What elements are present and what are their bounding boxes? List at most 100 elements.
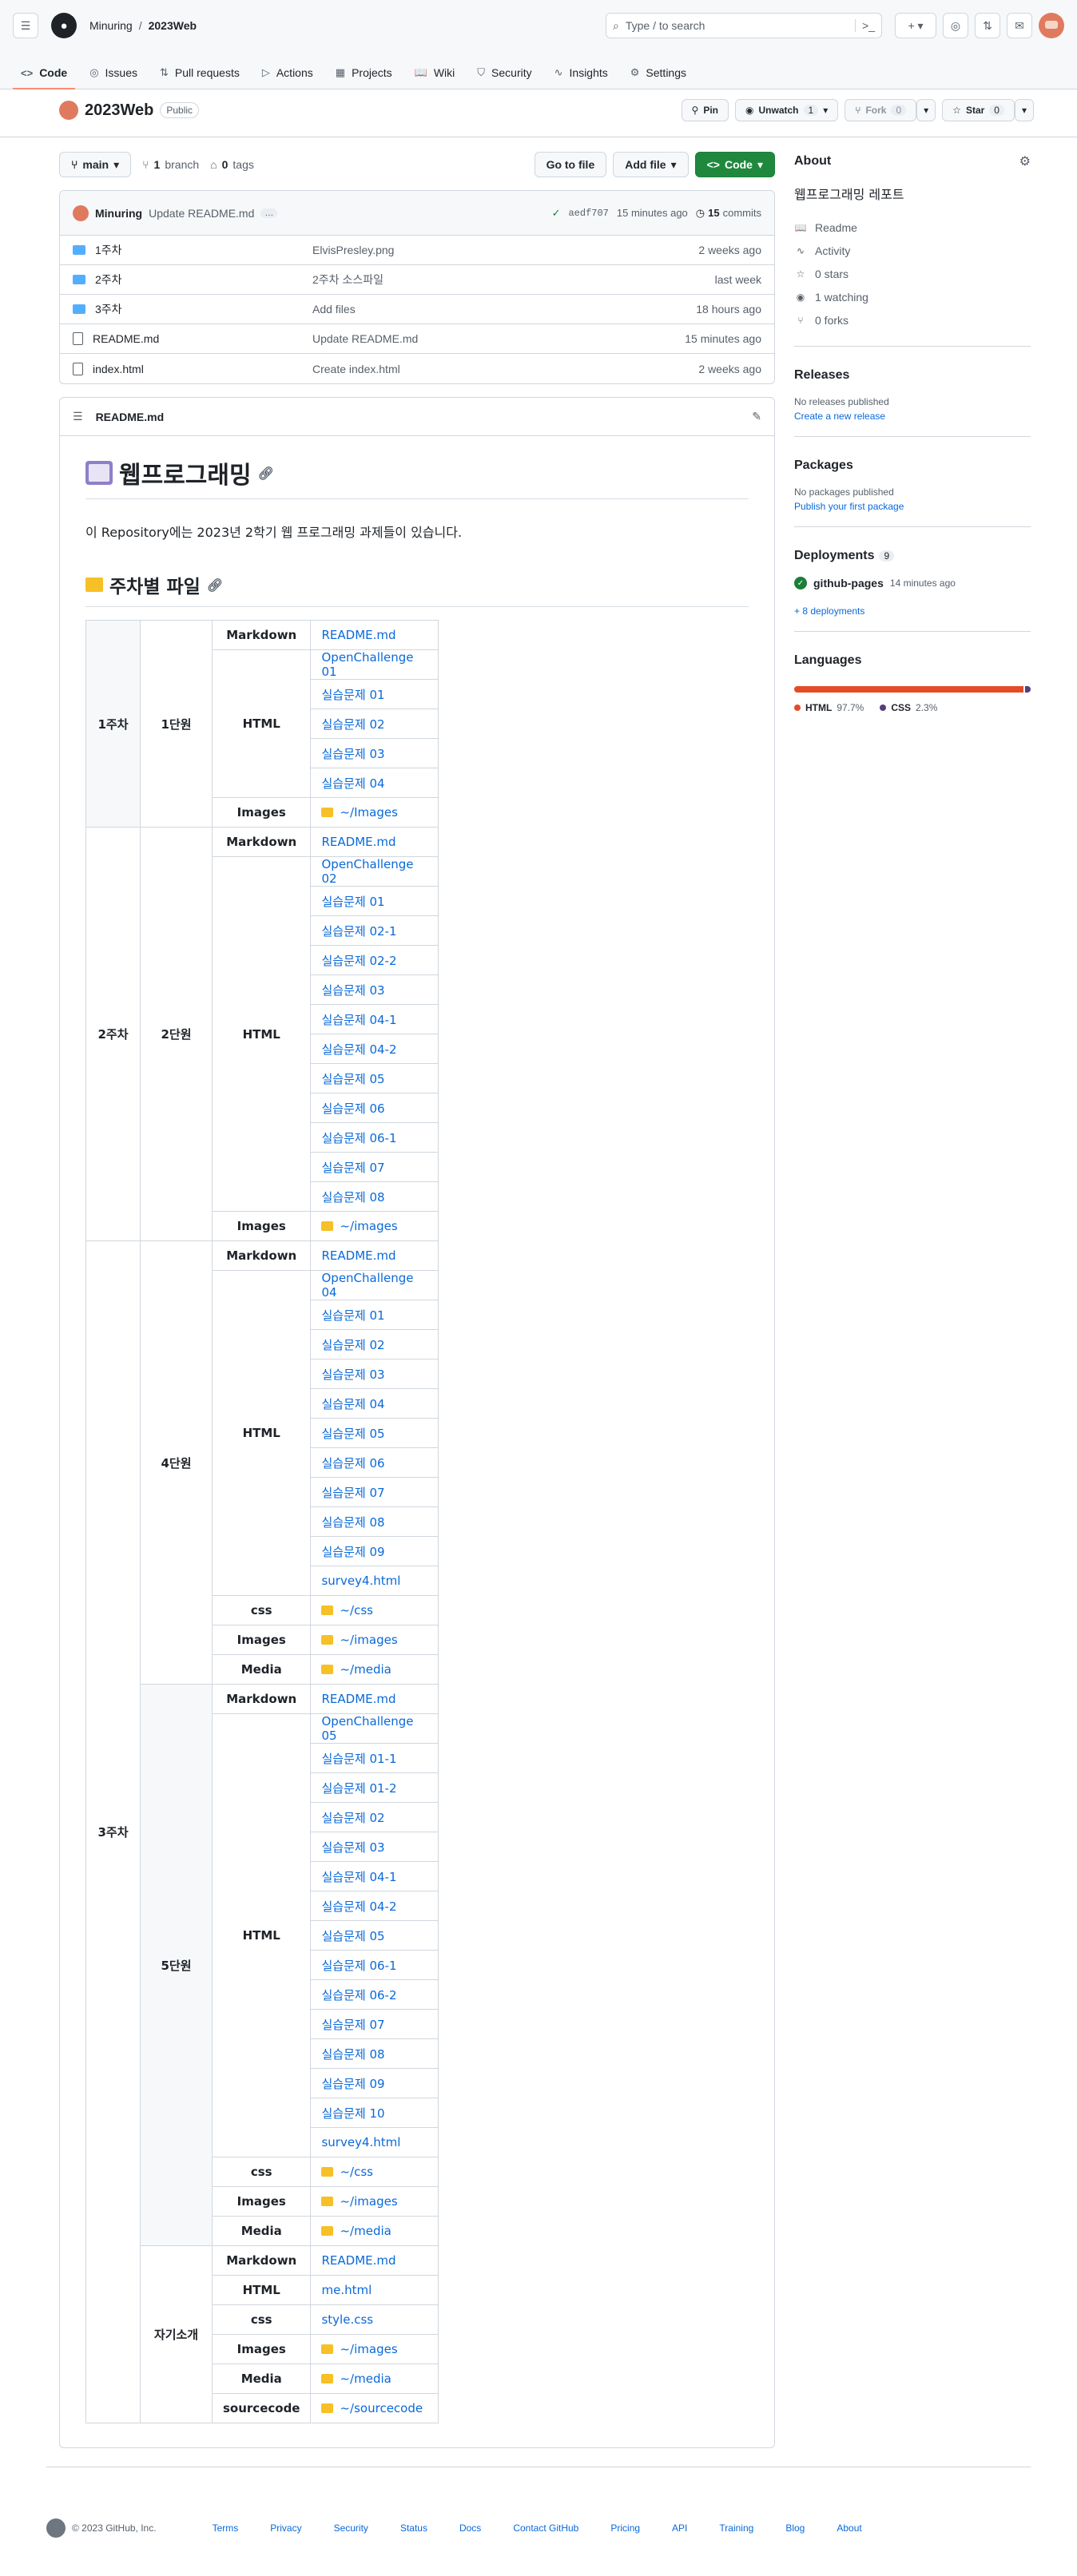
deployments-heading[interactable]: Deployments 9: [794, 546, 1031, 566]
about-item-activity[interactable]: ∿ Activity: [794, 239, 1031, 262]
file-link-cell[interactable]: ~/css: [310, 1595, 439, 1625]
file-link-cell-link[interactable]: 실습문제 01-2: [321, 1781, 396, 1796]
branch-select-button[interactable]: ⑂ main ▾: [59, 152, 132, 177]
star-dropdown-button[interactable]: ▾: [1014, 99, 1034, 121]
commit-sha[interactable]: aedf707: [568, 208, 608, 219]
edit-icon[interactable]: ✎: [752, 410, 761, 423]
github-logo-icon[interactable]: ●: [51, 13, 77, 38]
file-link-cell[interactable]: 실습문제 04: [310, 1388, 439, 1419]
file-link-cell-link[interactable]: ~/media: [321, 2372, 391, 2386]
file-link-cell-link[interactable]: 실습문제 06: [321, 1456, 384, 1471]
file-link-cell-link[interactable]: 실습문제 03: [321, 747, 384, 761]
file-link-cell[interactable]: 실습문제 04-2: [310, 1891, 439, 1921]
file-link-cell-link[interactable]: 실습문제 06: [321, 1101, 384, 1116]
anchor-link-icon[interactable]: 🔗︎: [207, 578, 223, 593]
file-link-cell-link[interactable]: 실습문제 02-2: [321, 954, 396, 968]
file-link-cell-link[interactable]: README.md: [321, 1248, 395, 1263]
tab-actions[interactable]: ▷ Actions: [254, 57, 321, 89]
file-row[interactable]: 2주차 2주차 소스파일 last week: [60, 265, 774, 295]
language-item[interactable]: CSS 2.3%: [880, 702, 937, 713]
file-link-cell-link[interactable]: 실습문제 05: [321, 1427, 384, 1441]
publish-package-link[interactable]: Publish your first package: [794, 501, 1031, 512]
file-link-cell[interactable]: 실습문제 06-1: [310, 1122, 439, 1153]
file-row[interactable]: 3주차 Add files 18 hours ago: [60, 295, 774, 324]
file-link-cell-link[interactable]: 실습문제 06-1: [321, 1959, 396, 1973]
file-link-cell[interactable]: README.md: [310, 827, 439, 857]
file-link-cell[interactable]: 실습문제 03: [310, 1832, 439, 1862]
file-row[interactable]: index.html Create index.html 2 weeks ago: [60, 354, 774, 383]
inbox-icon[interactable]: ✉: [1007, 13, 1032, 38]
code-button[interactable]: <> Code ▾: [694, 152, 775, 177]
pull-requests-icon[interactable]: ⇅: [975, 13, 1000, 38]
file-link-cell[interactable]: 실습문제 03: [310, 974, 439, 1005]
footer-link-status[interactable]: Status: [400, 2522, 427, 2534]
file-link-cell-link[interactable]: 실습문제 02: [321, 1338, 384, 1352]
file-link-cell-link[interactable]: 실습문제 10: [321, 2106, 384, 2121]
file-link-cell-link[interactable]: 실습문제 04-1: [321, 1870, 396, 1884]
file-link-cell[interactable]: 실습문제 08: [310, 2038, 439, 2069]
file-link-cell[interactable]: 실습문제 04: [310, 768, 439, 798]
file-link-cell-link[interactable]: 실습문제 08: [321, 1515, 384, 1530]
footer-link-security[interactable]: Security: [334, 2522, 368, 2534]
file-link-cell[interactable]: ~/media: [310, 2216, 439, 2246]
command-palette-icon[interactable]: >_: [855, 19, 875, 32]
file-link-cell[interactable]: 실습문제 05: [310, 1920, 439, 1951]
file-row[interactable]: 1주차 ElvisPresley.png 2 weeks ago: [60, 236, 774, 265]
unwatch-button[interactable]: ◉ Unwatch 1 ▾: [735, 99, 839, 121]
file-link-cell[interactable]: 실습문제 06: [310, 1093, 439, 1123]
issues-icon[interactable]: ◎: [943, 13, 968, 38]
footer-link-terms[interactable]: Terms: [213, 2522, 239, 2534]
file-link-cell-link[interactable]: 실습문제 08: [321, 1190, 384, 1205]
file-name[interactable]: index.html: [93, 363, 144, 375]
file-link-cell[interactable]: README.md: [310, 1240, 439, 1271]
file-link-cell-link[interactable]: 실습문제 04: [321, 776, 384, 791]
anchor-link-icon[interactable]: 🔗︎: [258, 466, 274, 481]
about-item-stars[interactable]: ☆ 0 stars: [794, 262, 1031, 285]
tab-code[interactable]: <> Code: [13, 57, 76, 89]
file-link-cell[interactable]: 실습문제 01: [310, 1300, 439, 1330]
file-link-cell[interactable]: README.md: [310, 1684, 439, 1714]
file-link-cell[interactable]: survey4.html: [310, 2127, 439, 2157]
file-link-cell-link[interactable]: 실습문제 02: [321, 717, 384, 732]
file-link-cell[interactable]: ~/images: [310, 1625, 439, 1655]
file-link-cell[interactable]: ~/images: [310, 2334, 439, 2364]
file-link-cell[interactable]: 실습문제 06-2: [310, 1979, 439, 2010]
file-link-cell-link[interactable]: OpenChallenge 04: [321, 1271, 413, 1300]
file-link-cell-link[interactable]: ~/media: [321, 1662, 391, 1677]
file-link-cell-link[interactable]: OpenChallenge 01: [321, 650, 413, 679]
file-link-cell[interactable]: 실습문제 08: [310, 1181, 439, 1212]
file-link-cell-link[interactable]: 실습문제 02: [321, 1811, 384, 1825]
create-release-link[interactable]: Create a new release: [794, 411, 1031, 422]
file-name[interactable]: 3주차: [95, 301, 122, 317]
footer-link-docs[interactable]: Docs: [459, 2522, 481, 2534]
footer-link-privacy[interactable]: Privacy: [270, 2522, 301, 2534]
file-link-cell-link[interactable]: 실습문제 05: [321, 1072, 384, 1086]
file-link-cell[interactable]: 실습문제 01: [310, 679, 439, 709]
tab-wiki[interactable]: 📖 Wiki: [407, 57, 463, 89]
file-link-cell[interactable]: 실습문제 07: [310, 2009, 439, 2039]
repo-link[interactable]: 2023Web: [149, 19, 197, 32]
deployment-item[interactable]: ✓ github-pages 14 minutes ago: [794, 577, 1031, 589]
file-link-cell[interactable]: 실습문제 05: [310, 1063, 439, 1094]
file-name[interactable]: README.md: [93, 332, 159, 345]
file-commit-message[interactable]: Update README.md: [312, 332, 602, 345]
file-link-cell[interactable]: OpenChallenge 05: [310, 1713, 439, 1744]
file-link-cell-link[interactable]: 실습문제 08: [321, 2047, 384, 2062]
file-link-cell[interactable]: README.md: [310, 2245, 439, 2276]
file-name[interactable]: 2주차: [95, 272, 122, 288]
file-link-cell-link[interactable]: 실습문제 03: [321, 1367, 384, 1382]
file-link-cell-link[interactable]: 실습문제 04-1: [321, 1013, 396, 1027]
commit-author[interactable]: Minuring: [95, 207, 142, 220]
file-link-cell[interactable]: 실습문제 10: [310, 2098, 439, 2128]
file-link-cell-link[interactable]: ~/images: [321, 1633, 398, 1647]
file-link-cell-link[interactable]: survey4.html: [321, 1574, 400, 1588]
file-link-cell-link[interactable]: 실습문제 03: [321, 1840, 384, 1855]
file-link-cell[interactable]: ~/Images: [310, 797, 439, 828]
file-link-cell[interactable]: 실습문제 03: [310, 1359, 439, 1389]
file-link-cell[interactable]: 실습문제 02-2: [310, 945, 439, 975]
commit-message[interactable]: Update README.md: [149, 207, 254, 220]
search-input[interactable]: ⌕ Type / to search >_: [606, 13, 882, 38]
file-link-cell[interactable]: 실습문제 02: [310, 708, 439, 739]
file-link-cell-link[interactable]: 실습문제 01: [321, 688, 384, 702]
owner-link[interactable]: Minuring: [89, 19, 133, 32]
